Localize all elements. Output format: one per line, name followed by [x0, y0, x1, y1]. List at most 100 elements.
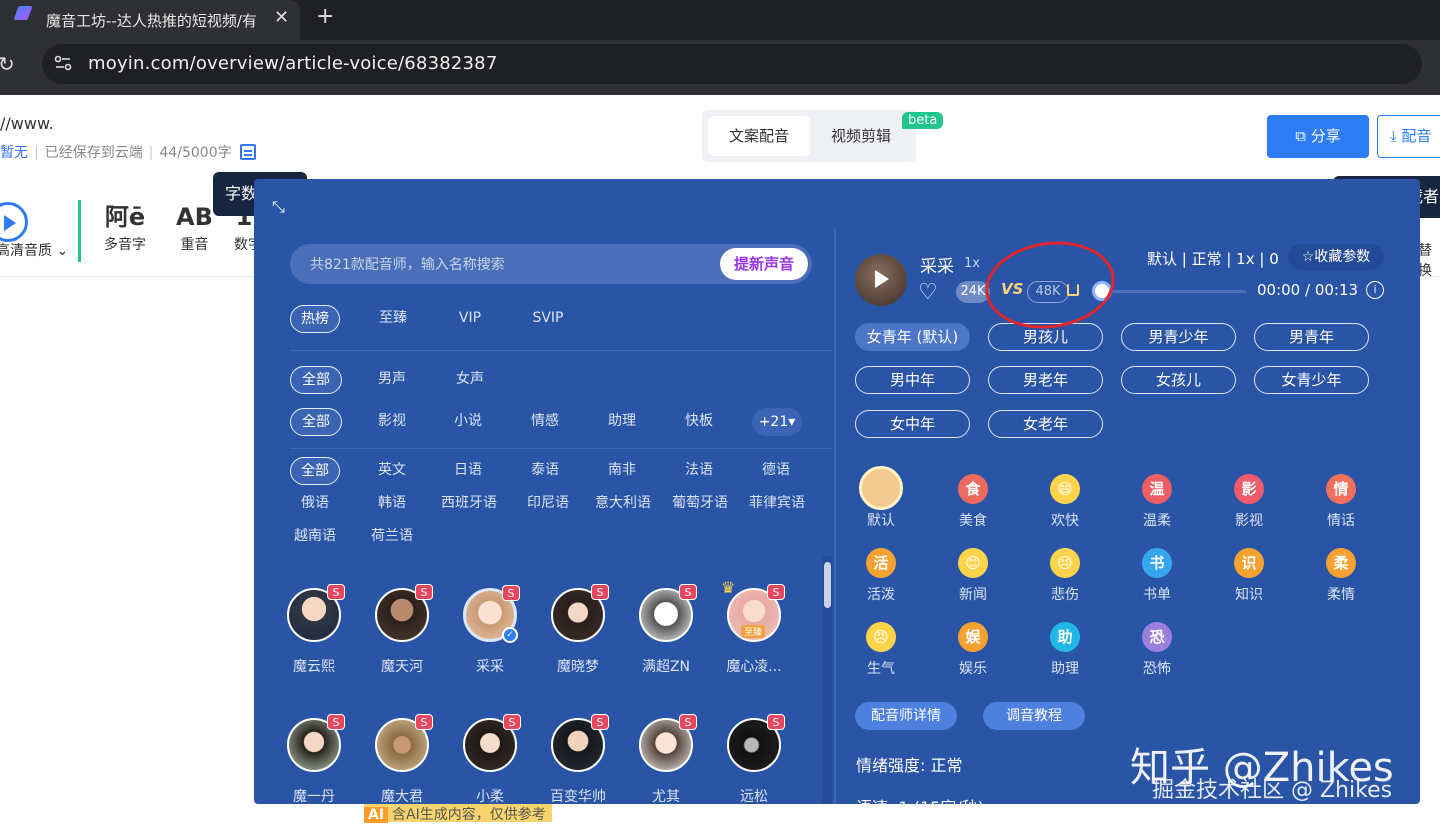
quality-select[interactable]: 高清音质 ⌄: [0, 240, 68, 260]
lang-korean[interactable]: 韩语: [366, 490, 418, 518]
scene-all[interactable]: 全部: [290, 408, 342, 436]
rank-svip[interactable]: SVIP: [520, 305, 576, 333]
replace-tool[interactable]: 替换: [1418, 240, 1440, 280]
voice-card[interactable]: S 魔一丹: [270, 714, 358, 806]
voice-avatar: S: [287, 714, 345, 772]
voice-card[interactable]: S 小柔: [446, 714, 534, 806]
voice-detail-button[interactable]: 配音师详情: [855, 702, 957, 730]
lang-french[interactable]: 法语: [673, 457, 725, 485]
emotion-item[interactable]: 😣 悲伤: [1035, 548, 1095, 604]
scene-film[interactable]: 影视: [366, 408, 418, 436]
url-bar[interactable]: moyin.com/overview/article-voice/6838238…: [42, 44, 1422, 84]
voice-card[interactable]: S 百变华帅: [534, 714, 622, 806]
voice-card[interactable]: S 魔大君: [358, 714, 446, 806]
status-prefix[interactable]: 暂无: [0, 145, 28, 161]
gender-male[interactable]: 男声: [366, 366, 418, 394]
voice-list-scrollbar[interactable]: [823, 556, 832, 804]
rank-hot[interactable]: 热榜: [290, 305, 340, 333]
tuning-tutorial-button[interactable]: 调音教程: [983, 702, 1085, 730]
age-middle-man[interactable]: 男中年: [855, 366, 970, 394]
dub-download-button[interactable]: ⤓ 配音: [1377, 115, 1440, 158]
voice-card[interactable]: S 魔晓梦: [534, 584, 622, 676]
scrollbar-thumb[interactable]: [824, 562, 831, 608]
polyphone-tool[interactable]: 阿ē 多音字: [104, 200, 146, 254]
emotion-item[interactable]: 助助理: [1035, 622, 1095, 678]
doc-title[interactable]: //www.: [0, 114, 54, 133]
lang-portuguese[interactable]: 葡萄牙语: [667, 490, 733, 518]
lang-dutch[interactable]: 荷兰语: [366, 523, 418, 551]
rank-premium[interactable]: 至臻: [366, 305, 420, 333]
stress-tool[interactable]: AB 重音: [176, 200, 213, 254]
share-button[interactable]: ⧉ 分享: [1267, 115, 1369, 158]
lang-south-africa[interactable]: 南非: [596, 457, 648, 485]
emotion-item[interactable]: 😠 生气: [851, 622, 911, 678]
emotion-item[interactable]: 温温柔: [1127, 474, 1187, 530]
favorite-heart-icon[interactable]: ♡: [918, 280, 938, 305]
voice-card[interactable]: S 魔云熙: [270, 584, 358, 676]
site-settings-icon[interactable]: [54, 54, 72, 72]
scene-kuaiban[interactable]: 快板: [673, 408, 725, 436]
browser-menu-icon[interactable]: ⋮: [1432, 52, 1440, 73]
emotion-item[interactable]: 默认: [851, 466, 911, 530]
emotion-item[interactable]: 娱娱乐: [943, 622, 1003, 678]
emotion-intensity[interactable]: 情绪强度: 正常: [856, 752, 962, 776]
new-tab-icon[interactable]: +: [316, 4, 334, 29]
voice-card[interactable]: S 远松: [710, 714, 798, 806]
emotion-item[interactable]: 食美食: [943, 474, 1003, 530]
voice-card[interactable]: S 满超ZN: [622, 584, 710, 676]
save-params-button[interactable]: ☆收藏参数: [1288, 244, 1384, 270]
new-voice-button[interactable]: 提新声音: [720, 248, 808, 280]
voice-card[interactable]: S 魔天河: [358, 584, 446, 676]
age-young-man[interactable]: 男青年: [1254, 323, 1369, 351]
lang-german[interactable]: 德语: [750, 457, 802, 485]
lang-italian[interactable]: 意大利语: [590, 490, 656, 518]
age-teen-boy[interactable]: 男青少年: [1121, 323, 1236, 351]
voice-preview-play[interactable]: [855, 254, 907, 306]
lang-vietnamese[interactable]: 越南语: [290, 523, 340, 551]
scene-emotion[interactable]: 情感: [519, 408, 571, 436]
emotion-item[interactable]: 柔柔情: [1311, 548, 1371, 604]
emotion-item[interactable]: 影影视: [1219, 474, 1279, 530]
lang-russian[interactable]: 俄语: [290, 490, 340, 518]
tab-video-edit[interactable]: 视频剪辑: [810, 116, 912, 156]
word-count-icon[interactable]: [239, 144, 256, 160]
info-icon[interactable]: i: [1366, 281, 1384, 299]
lang-japanese[interactable]: 日语: [442, 457, 494, 485]
age-old-man[interactable]: 男老年: [988, 366, 1103, 394]
emotion-item[interactable]: 😊 新闻: [943, 548, 1003, 604]
lang-english[interactable]: 英文: [366, 457, 418, 485]
emotion-item[interactable]: 恐恐怖: [1127, 622, 1187, 678]
voice-card-selected[interactable]: S ✓ 采采: [446, 585, 534, 676]
scene-more[interactable]: +21▾: [752, 408, 802, 436]
age-female-young-default[interactable]: 女青年 (默认): [855, 323, 970, 351]
emotion-item[interactable]: 书书单: [1127, 548, 1187, 604]
age-middle-woman[interactable]: 女中年: [855, 410, 970, 438]
gender-all[interactable]: 全部: [290, 366, 342, 394]
voice-card[interactable]: S ♛ 至臻 魔心凌...: [710, 578, 798, 676]
close-tab-icon[interactable]: ✕: [274, 7, 289, 28]
age-teen-girl[interactable]: 女青少年: [1254, 366, 1369, 394]
emotion-item[interactable]: 活活泼: [851, 548, 911, 604]
lang-filipino[interactable]: 菲律宾语: [744, 490, 810, 518]
lang-all[interactable]: 全部: [290, 457, 340, 485]
rank-vip[interactable]: VIP: [446, 305, 494, 333]
browser-tab[interactable]: 魔音工坊--达人热推的短视频/有 ✕: [0, 0, 300, 40]
age-girl[interactable]: 女孩儿: [1121, 366, 1236, 394]
emotion-item[interactable]: 情情话: [1311, 474, 1371, 530]
scene-assistant[interactable]: 助理: [596, 408, 648, 436]
scene-novel[interactable]: 小说: [442, 408, 494, 436]
emotion-item[interactable]: 😄 欢快: [1035, 474, 1095, 530]
voice-card[interactable]: S 尤其: [622, 714, 710, 806]
tab-article-voice[interactable]: 文案配音: [708, 116, 810, 156]
lang-thai[interactable]: 泰语: [519, 457, 571, 485]
lang-indonesian[interactable]: 印尼语: [519, 490, 577, 518]
lang-spanish[interactable]: 西班牙语: [436, 490, 502, 518]
emotion-item[interactable]: 识知识: [1219, 548, 1279, 604]
collapse-icon[interactable]: ⤡: [272, 197, 285, 217]
age-old-woman[interactable]: 女老年: [988, 410, 1103, 438]
playback-track[interactable]: [1112, 290, 1246, 293]
beta-badge: beta: [902, 112, 944, 129]
play-quality-icon[interactable]: [0, 202, 28, 242]
gender-female[interactable]: 女声: [444, 366, 496, 394]
reload-icon[interactable]: ↻: [0, 52, 15, 76]
